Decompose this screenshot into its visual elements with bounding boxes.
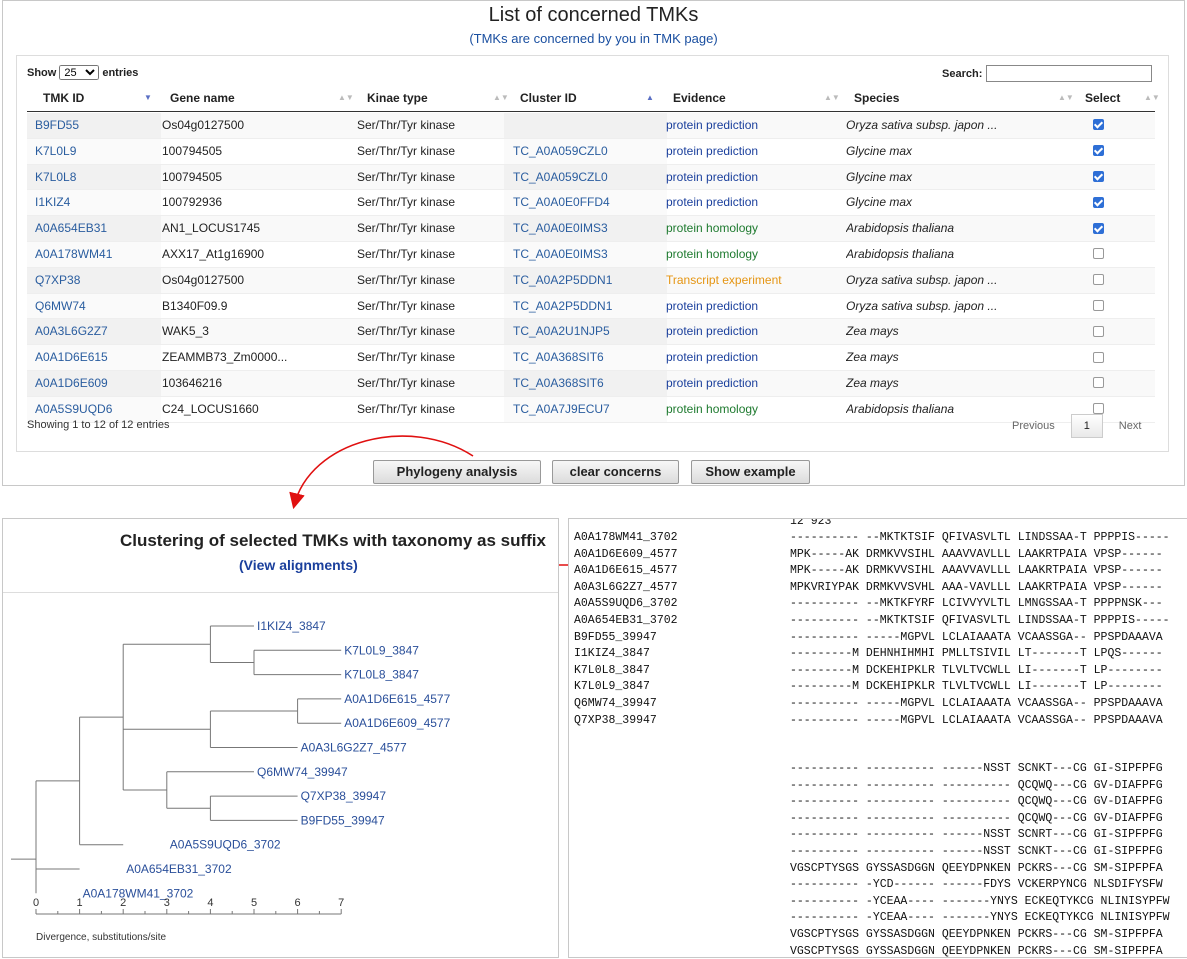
alignment-seq-name: B9FD55_39947 [574, 630, 657, 644]
phylogeny-tree: I1KIZ4_3847 K7L0L9_3847 K7L0L8_3847 A0A1D6E… [11, 619, 451, 943]
alignment-sequence: ---------- ---------- ---------- QCQWQ--… [790, 811, 1163, 825]
alignment-seq-name: A0A3L6G2Z7_4577 [574, 580, 678, 594]
scale-tick-label: 2 [120, 897, 126, 909]
alignment-sequence: VGSCPTYSGS GYSSASDGGN QEEYDPNKEN PCKRS--… [790, 944, 1163, 958]
tree-leaf-label: K7L0L8_3847 [344, 668, 419, 682]
scale-tick-label: 7 [338, 897, 344, 909]
alignment-sequence: ---------- ---------- ------NSST SCNRT--… [790, 828, 1163, 842]
arrow-to-tree [289, 435, 474, 510]
alignment-sequence: ---------- -YCEAA---- -------YNYS ECKEQT… [790, 894, 1170, 908]
tree-leaf-label: I1KIZ4_3847 [257, 619, 326, 633]
scale-tick-label: 5 [251, 897, 257, 909]
alignment-sequence: ---------- --MKTKTSIF QFIVASVLTL LINDSSA… [790, 531, 1170, 544]
alignment-seq-name: K7L0L9_3847 [574, 680, 650, 694]
alignment-sequence: ---------M DEHNHIHMHI PMLLTSIVIL LT-----… [790, 647, 1163, 661]
tree-leaf-label: Q7XP38_39947 [301, 789, 387, 803]
alignment-sequence: MPK-----AK DRMKVVSIHL AAAVVAVLLL LAAKRTP… [790, 564, 1163, 578]
alignment-panel: 12 923 A0A178WM41_3702 ---------- --MKTKT… [568, 518, 1187, 958]
alignment-seq-name: A0A654EB31_3702 [574, 614, 678, 627]
alignment-sequence: MPKVRIYPAK DRMKVVSVHL AAA-VAVLLL LAAKRTP… [790, 580, 1163, 594]
alignment-sequence: ---------M DCKEHIPKLR TLVLTVCWLL LI-----… [790, 663, 1163, 677]
alignment-seq-name: A0A1D6E615_4577 [574, 564, 678, 578]
alignment-seq-name: A0A178WM41_3702 [574, 531, 678, 544]
alignment-seq-name: K7L0L8_3847 [574, 663, 650, 677]
tree-leaf-label: A0A5S9UQD6_3702 [170, 838, 281, 852]
alignment-sequence: ---------- -----MGPVL LCLAIAAATA VCAASSG… [790, 630, 1163, 644]
alignment-sequence: MPK-----AK DRMKVVSIHL AAAVVAVLLL LAAKRTP… [790, 547, 1163, 561]
tree-leaf-label: A0A178WM41_3702 [83, 886, 194, 900]
alignment-seq-name: I1KIZ4_3847 [574, 647, 650, 661]
scale-tick-label: 3 [164, 897, 170, 909]
alignment-top-fragment: 12 923 [790, 518, 832, 528]
tree-leaf-label: Q6MW74_39947 [257, 765, 348, 779]
scale-tick-label: 6 [295, 897, 301, 909]
alignment-seq-name: Q7XP38_39947 [574, 713, 657, 727]
alignment-sequence: ---------- -YCD------ ------FDYS VCKERPY… [790, 878, 1163, 892]
tree-leaf-label: A0A1D6E615_4577 [344, 692, 450, 706]
alignment-sequence: ---------- -YCEAA---- -------YNYS ECKEQT… [790, 911, 1170, 925]
scale-label: Divergence, substitutions/site [36, 932, 167, 943]
alignment-seq-name: Q6MW74_39947 [574, 697, 657, 710]
scale-tick-label: 4 [207, 897, 213, 909]
alignment-seq-name: A0A1D6E609_4577 [574, 547, 678, 561]
scale-tick-label: 0 [33, 897, 39, 909]
tree-leaf-label: A0A1D6E609_4577 [344, 716, 450, 730]
scale-tick-label: 1 [77, 897, 83, 909]
tree-leaf-label: A0A654EB31_3702 [126, 862, 232, 876]
alignment-sequence: ---------- ---------- ---------- QCQWQ--… [790, 778, 1163, 792]
alignment-sequence: ---------- ---------- ---------- QCQWQ--… [790, 795, 1163, 809]
phylogeny-tree-panel: Clustering of selected TMKs with taxonom… [2, 518, 559, 958]
alignment-sequence: ---------- ---------- ------NSST SCNKT--… [790, 845, 1163, 858]
alignment-sequence: ---------- -----MGPVL LCLAIAAATA VCAASSG… [790, 713, 1163, 727]
alignment-sequence: ---------- ---------- ------NSST SCNKT--… [790, 762, 1163, 775]
alignment-seq-name: A0A5S9UQD6_3702 [574, 597, 678, 611]
alignment-sequence: ---------- -----MGPVL LCLAIAAATA VCAASSG… [790, 697, 1163, 710]
tree-leaf-label: A0A3L6G2Z7_4577 [301, 741, 407, 755]
alignment-sequence: ---------- --MKTKFYRF LCIVVYVLTL LMNGSSA… [790, 597, 1163, 611]
tree-leaf-label: B9FD55_39947 [301, 813, 385, 827]
alignment-sequence: VGSCPTYSGS GYSSASDGGN QEEYDPNKEN PCKRS--… [790, 928, 1163, 941]
alignment-sequence: VGSCPTYSGS GYSSASDGGN QEEYDPNKEN PCKRS--… [790, 861, 1163, 875]
alignment-sequence: ---------- --MKTKTSIF QFIVASVLTL LINDSSA… [790, 614, 1170, 627]
tree-leaf-label: K7L0L9_3847 [344, 643, 419, 657]
alignment-sequence: ---------M DCKEHIPKLR TLVLTVCWLL LI-----… [790, 680, 1163, 694]
